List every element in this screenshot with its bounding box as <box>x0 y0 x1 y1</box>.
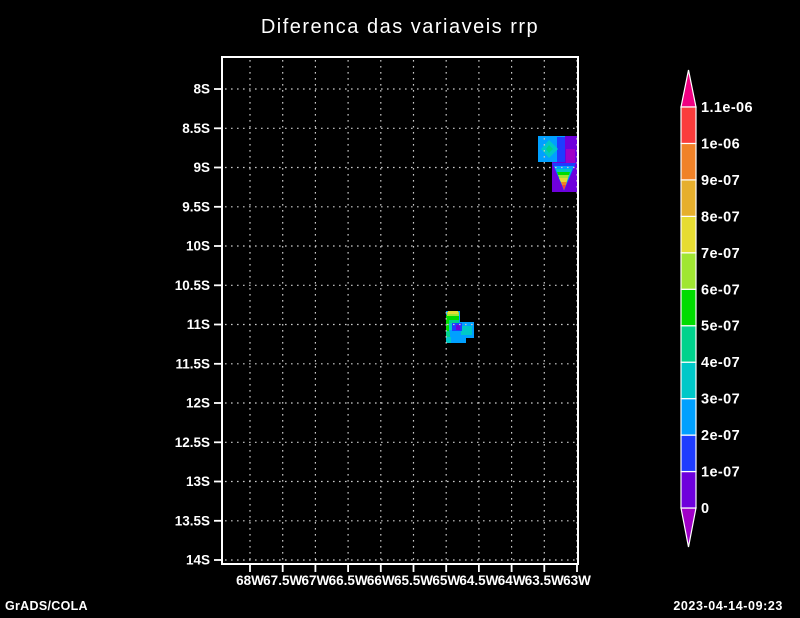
colorbar-label: 5e-07 <box>701 319 740 335</box>
colorbar-segment <box>681 216 696 252</box>
colorbar-label: 7e-07 <box>701 246 740 262</box>
colorbar-label: 3e-07 <box>701 392 740 408</box>
colorbar-arrow-top <box>681 70 696 107</box>
timestamp: 2023-04-14-09:23 <box>673 599 783 613</box>
colorbar-label: 6e-07 <box>701 282 740 298</box>
y-tick-label: 11.5S <box>175 356 210 371</box>
y-tick-label: 13.5S <box>175 513 210 528</box>
x-tick-label: 68W <box>236 573 264 588</box>
colorbar-segment <box>681 472 696 508</box>
plot-canvas: 68W67.5W67W66.5W66W65.5W65W64.5W64W63.5W… <box>0 0 800 618</box>
colorbar-label: 1e-06 <box>701 136 740 152</box>
axis-labels: 68W67.5W67W66.5W66W65.5W65W64.5W64W63.5W… <box>175 82 591 588</box>
x-tick-label: 66.5W <box>329 573 368 588</box>
colorbar-segment <box>681 362 696 398</box>
x-tick-label: 65.5W <box>394 573 433 588</box>
grads-attribution: GrADS/COLA <box>5 599 88 613</box>
y-tick-label: 8S <box>193 82 210 97</box>
y-tick-label: 8.5S <box>182 121 210 136</box>
axis-ticks <box>214 89 577 572</box>
colorbar-arrow-bottom <box>681 508 696 547</box>
colorbar-label: 4e-07 <box>701 355 740 371</box>
colorbar-segment <box>681 253 696 289</box>
y-tick-label: 10.5S <box>175 278 210 293</box>
y-tick-label: 12.5S <box>175 435 210 450</box>
y-tick-label: 11S <box>187 317 210 332</box>
x-tick-label: 64W <box>498 573 526 588</box>
colorbar <box>681 70 696 547</box>
colorbar-segment <box>681 180 696 216</box>
colorbar-label: 8e-07 <box>701 209 740 225</box>
y-tick-label: 9.5S <box>182 199 210 214</box>
colorbar-label: 1.1e-06 <box>701 100 753 116</box>
plot-frame <box>222 57 578 564</box>
y-tick-label: 12S <box>186 396 210 411</box>
x-tick-label: 67W <box>302 573 330 588</box>
y-tick-label: 9S <box>193 160 210 175</box>
colorbar-segment <box>681 399 696 435</box>
colorbar-segment <box>681 143 696 179</box>
colorbar-label: 2e-07 <box>701 428 740 444</box>
gridlines <box>225 60 577 562</box>
x-tick-label: 67.5W <box>263 573 302 588</box>
colorbar-segment <box>681 289 696 325</box>
y-tick-label: 13S <box>186 474 210 489</box>
x-tick-label: 64.5W <box>459 573 498 588</box>
x-tick-label: 63W <box>563 573 591 588</box>
y-tick-label: 10S <box>186 239 210 254</box>
x-tick-label: 65W <box>432 573 460 588</box>
shaded-region-65W-11S <box>446 311 474 343</box>
x-tick-label: 63.5W <box>525 573 564 588</box>
colorbar-segment <box>681 326 696 362</box>
colorbar-segment <box>681 435 696 471</box>
y-tick-label: 14S <box>186 553 210 568</box>
grads-plot-screen: Diferenca das variaveis rrp 68W67.5W67W6… <box>0 0 800 618</box>
x-tick-label: 66W <box>367 573 395 588</box>
colorbar-label: 1e-07 <box>701 465 740 481</box>
colorbar-label: 0 <box>701 501 709 517</box>
colorbar-segment <box>681 107 696 143</box>
colorbar-labels: 1.1e-06 1e-06 9e-07 8e-07 7e-07 6e-07 5e-07 4e-… <box>701 100 753 517</box>
colorbar-label: 9e-07 <box>701 173 740 189</box>
